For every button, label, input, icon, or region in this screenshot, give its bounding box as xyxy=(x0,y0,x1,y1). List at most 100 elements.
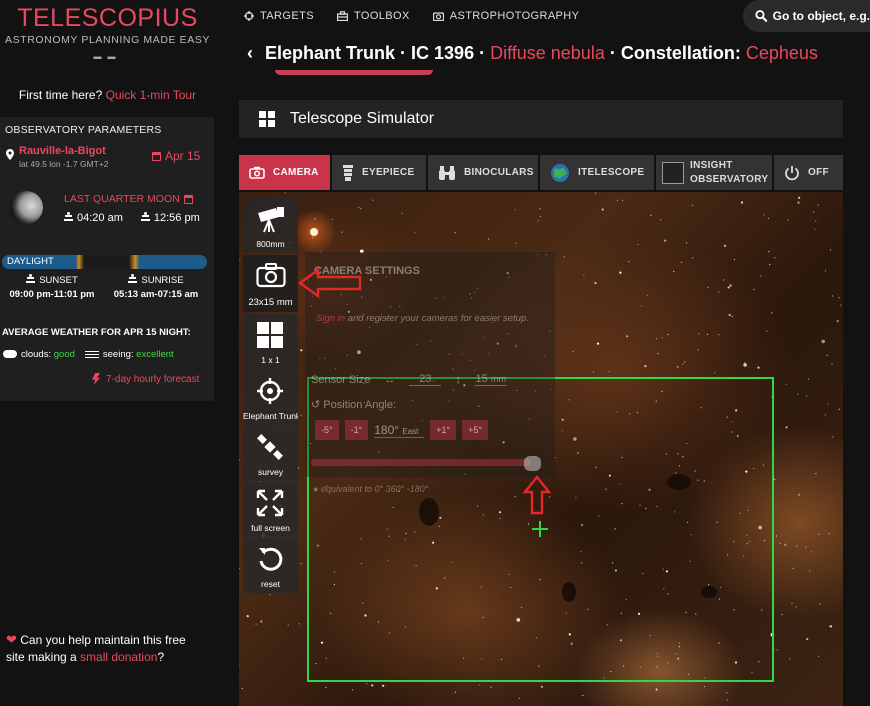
pa-plus5-button[interactable]: +5° xyxy=(462,420,488,440)
tab-itelescope[interactable]: ITELESCOPE xyxy=(540,155,654,190)
goto-object-search[interactable]: Go to object, e.g. xyxy=(743,0,870,32)
tab-off[interactable]: OFF xyxy=(774,155,843,190)
nav-targets[interactable]: TARGETS xyxy=(244,10,314,22)
heart-icon: ❤ xyxy=(6,632,17,647)
star xyxy=(718,291,720,293)
moon-phase[interactable]: LAST QUARTER MOON xyxy=(64,193,193,205)
star xyxy=(592,371,595,373)
tool-telescope[interactable]: 800mm xyxy=(243,198,298,253)
star xyxy=(726,692,728,694)
star xyxy=(667,334,669,336)
tool-fullscreen[interactable]: full screen xyxy=(243,482,298,537)
tool-survey[interactable]: survey xyxy=(243,426,298,481)
star xyxy=(798,493,801,496)
constellation-value[interactable]: Cepheus xyxy=(746,43,818,63)
star xyxy=(239,459,240,461)
cloud-icon xyxy=(3,350,17,358)
flag-us-icon[interactable]: ▬ xyxy=(94,52,108,61)
star xyxy=(763,214,765,216)
star xyxy=(490,686,492,688)
star xyxy=(824,414,827,416)
star xyxy=(826,354,828,356)
star xyxy=(360,208,362,210)
position-angle-slider-handle[interactable] xyxy=(524,456,541,471)
moonrise-icon xyxy=(64,212,73,221)
pa-minus1-button[interactable]: -1° xyxy=(344,420,369,440)
star xyxy=(637,243,639,246)
tool-center-target[interactable]: Elephant Trunk xyxy=(243,370,298,425)
nav-toolbox-label: TOOLBOX xyxy=(353,10,410,22)
star xyxy=(515,242,517,244)
reset-icon xyxy=(259,547,283,571)
annotation-up-arrow-icon xyxy=(522,475,552,515)
donation-suffix: ? xyxy=(157,650,165,664)
pin-icon: ● xyxy=(313,484,319,494)
star xyxy=(698,333,700,335)
telescope-icon xyxy=(258,207,284,233)
clouds-value: good xyxy=(53,349,75,360)
tab-eyepiece[interactable]: EYEPIECE xyxy=(332,155,426,190)
first-time-text: First time here? xyxy=(18,88,103,102)
object-type[interactable]: Diffuse nebula xyxy=(490,43,605,63)
star xyxy=(797,393,799,395)
star xyxy=(723,279,725,281)
star xyxy=(757,366,760,369)
nav-astrophotography[interactable]: ASTROPHOTOGRAPHY xyxy=(432,10,580,22)
star xyxy=(518,697,520,699)
quick-tour-link[interactable]: Quick 1-min Tour xyxy=(106,88,196,102)
tab-camera-label: CAMERA xyxy=(273,167,319,178)
pa-minus5-button[interactable]: -5° xyxy=(315,420,339,440)
flag-ar-icon[interactable]: ▬ xyxy=(108,52,122,61)
moon-phase-icon xyxy=(10,191,43,224)
tab-insight-observatory[interactable]: INSIGHT OBSERVATORY xyxy=(656,155,772,190)
grid-icon xyxy=(257,322,283,348)
pa-value-input[interactable]: 180° East xyxy=(374,423,425,438)
sunrise-label: SUNRISE xyxy=(141,275,184,286)
date-selector[interactable]: Apr 15 xyxy=(152,149,200,163)
star xyxy=(728,314,730,316)
star xyxy=(807,378,810,380)
star xyxy=(771,312,773,314)
sign-in-link[interactable]: Sign in xyxy=(316,313,345,324)
rotate-icon: ↺ xyxy=(311,399,321,411)
donation-link[interactable]: small donation xyxy=(80,650,157,664)
moon-set-time: 12:56 pm xyxy=(153,212,200,224)
tool-reset-label: reset xyxy=(261,579,280,589)
tool-mosaic[interactable]: 1 x 1 xyxy=(243,314,298,369)
star xyxy=(774,257,776,259)
seeing-value: excellent xyxy=(136,349,174,360)
moon-set: 12:56 pm xyxy=(140,212,200,224)
brand[interactable]: TELESCOPIUS ASTRONOMY PLANNING MADE EASY… xyxy=(0,4,215,61)
star xyxy=(798,196,801,199)
star xyxy=(563,256,565,258)
tool-reset[interactable]: reset xyxy=(243,538,298,593)
star xyxy=(805,395,808,397)
tab-off-label: OFF xyxy=(808,167,829,178)
tab-itelescope-label: ITELESCOPE xyxy=(578,167,645,178)
star xyxy=(838,297,840,299)
sensor-width-input[interactable]: 23 xyxy=(409,373,442,386)
top-nav: TARGETS TOOLBOX ASTROPHOTOGRAPHY xyxy=(244,10,579,22)
brand-title[interactable]: TELESCOPIUS xyxy=(0,4,215,33)
tab-binoculars[interactable]: BINOCULARS xyxy=(428,155,538,190)
star xyxy=(680,261,682,263)
star xyxy=(787,219,789,221)
star xyxy=(260,620,263,623)
height-arrows-icon: ↕ xyxy=(455,373,461,386)
tool-camera[interactable]: 23x15 mm xyxy=(243,255,298,312)
nav-toolbox[interactable]: TOOLBOX xyxy=(336,10,410,22)
position-angle-slider[interactable] xyxy=(311,459,531,466)
pa-plus1-button[interactable]: +1° xyxy=(430,420,457,440)
language-flags[interactable]: ▬▬ xyxy=(0,52,215,61)
back-chevron-icon[interactable]: ‹ xyxy=(247,43,253,63)
moon-rise-time: 04:20 am xyxy=(77,212,123,224)
star xyxy=(572,351,574,353)
location-name[interactable]: Rauville-la-Bigot xyxy=(19,145,106,157)
tab-camera[interactable]: CAMERA xyxy=(239,155,330,190)
moon-rise: 04:20 am xyxy=(64,212,123,224)
satellite-icon xyxy=(257,434,283,460)
sensor-height-input[interactable]: 15 mm xyxy=(474,373,507,386)
position-angle-controls: -5° -1° 180° East +1° +5° xyxy=(315,420,488,440)
sunrise-block: SUNRISE 05:13 am-07:15 am xyxy=(110,274,202,300)
forecast-link[interactable]: 7-day hourly forecast xyxy=(92,373,199,385)
